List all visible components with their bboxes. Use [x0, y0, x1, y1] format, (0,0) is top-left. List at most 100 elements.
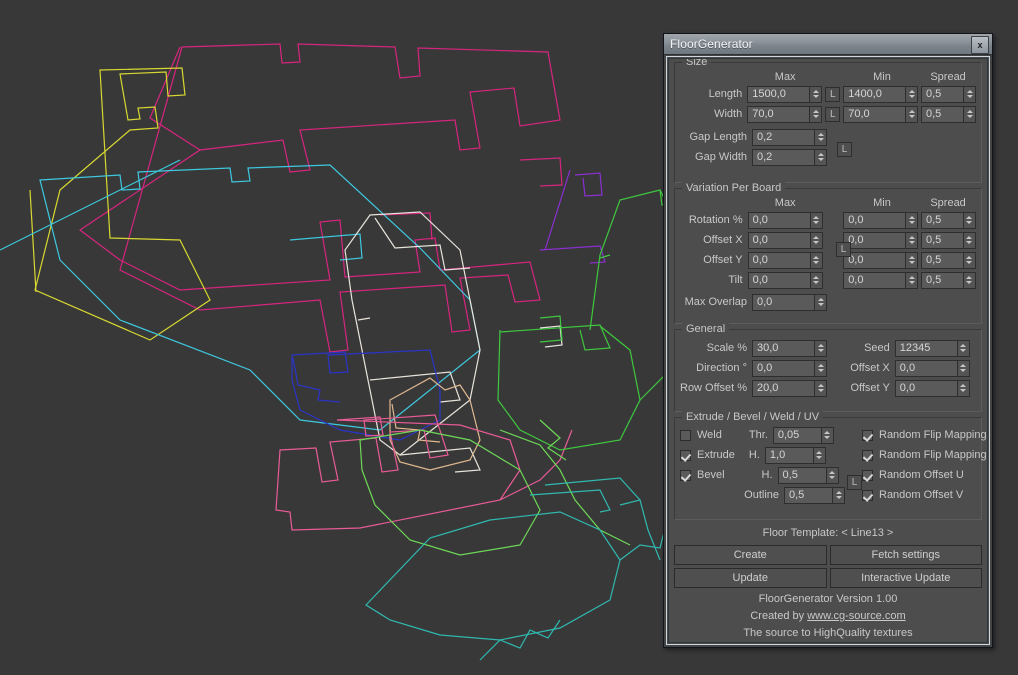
- outline-field[interactable]: 0,5: [784, 486, 845, 504]
- scale-field[interactable]: 30,0: [752, 339, 827, 357]
- rotation-spread-spinner[interactable]: [962, 211, 976, 229]
- gap-width-value[interactable]: 0,2: [752, 148, 814, 166]
- offsetx-max-spinner[interactable]: [809, 231, 823, 249]
- width-spread-value[interactable]: 0,5: [921, 105, 963, 123]
- direction-spinner[interactable]: [814, 359, 827, 377]
- length-spread-value[interactable]: 0,5: [921, 85, 963, 103]
- width-spread-field[interactable]: 0,5: [921, 105, 976, 123]
- direction-value[interactable]: 0,0: [752, 359, 814, 377]
- bevel-h-value[interactable]: 0,5: [777, 466, 826, 484]
- gap-width-spinner[interactable]: [814, 148, 827, 166]
- extrude-h-spinner[interactable]: [812, 446, 826, 464]
- rotation-max-spinner[interactable]: [809, 211, 823, 229]
- general-offsety-spinner[interactable]: [956, 379, 970, 397]
- offsetx-min-field[interactable]: 0,0: [843, 231, 919, 249]
- tilt-spread-field[interactable]: 0,5: [920, 271, 976, 289]
- max-overlap-value[interactable]: 0,0: [752, 293, 814, 311]
- general-offsety-value[interactable]: 0,0: [894, 379, 957, 397]
- length-min-spinner[interactable]: [905, 85, 919, 103]
- row-offset-spinner[interactable]: [814, 379, 827, 397]
- rotation-spread-value[interactable]: 0,5: [920, 211, 963, 229]
- general-offsety-field[interactable]: 0,0: [894, 379, 970, 397]
- gap-width-field[interactable]: 0,2: [752, 148, 827, 166]
- length-min-field[interactable]: 1400,0: [843, 85, 919, 103]
- random-flip-v-checkbox[interactable]: [862, 449, 873, 461]
- length-spread-field[interactable]: 0,5: [921, 85, 976, 103]
- length-min-value[interactable]: 1400,0: [843, 85, 906, 103]
- weld-thr-value[interactable]: 0,05: [772, 426, 821, 444]
- offsety-spread-field[interactable]: 0,5: [920, 251, 976, 269]
- offsety-max-spinner[interactable]: [809, 251, 823, 269]
- gap-length-spinner[interactable]: [814, 128, 827, 146]
- rotation-min-value[interactable]: 0,0: [843, 211, 906, 229]
- offsety-max-value[interactable]: 0,0: [747, 251, 810, 269]
- offsetx-max-value[interactable]: 0,0: [747, 231, 810, 249]
- length-spread-spinner[interactable]: [963, 85, 976, 103]
- seed-value[interactable]: 12345: [894, 339, 957, 357]
- width-min-value[interactable]: 70,0: [843, 105, 906, 123]
- tilt-max-value[interactable]: 0,0: [747, 271, 810, 289]
- variation-offset-link-button[interactable]: L: [836, 242, 851, 257]
- rotation-min-field[interactable]: 0,0: [843, 211, 919, 229]
- weld-checkbox[interactable]: [680, 429, 691, 441]
- panel-titlebar[interactable]: FloorGenerator x: [664, 34, 992, 55]
- scale-spinner[interactable]: [814, 339, 827, 357]
- offsety-min-spinner[interactable]: [905, 251, 919, 269]
- random-flip-u-checkbox[interactable]: [862, 429, 873, 441]
- tilt-min-spinner[interactable]: [905, 271, 919, 289]
- interactive-update-button[interactable]: Interactive Update: [829, 568, 982, 588]
- tilt-min-value[interactable]: 0,0: [843, 271, 906, 289]
- gap-length-value[interactable]: 0,2: [752, 128, 814, 146]
- width-link-button[interactable]: L: [825, 106, 841, 122]
- extrude-h-field[interactable]: 1,0: [764, 446, 826, 464]
- cg-source-link[interactable]: www.cg-source.com: [807, 610, 905, 622]
- offsety-max-field[interactable]: 0,0: [747, 251, 823, 269]
- weld-thr-field[interactable]: 0,05: [772, 426, 834, 444]
- random-offset-u-checkbox[interactable]: [862, 469, 873, 481]
- rotation-spread-field[interactable]: 0,5: [920, 211, 976, 229]
- offsetx-spread-value[interactable]: 0,5: [920, 231, 963, 249]
- fetch-settings-button[interactable]: Fetch settings: [829, 545, 982, 565]
- row-offset-value[interactable]: 20,0: [752, 379, 814, 397]
- bevel-h-field[interactable]: 0,5: [777, 466, 839, 484]
- random-offset-v-checkbox[interactable]: [862, 489, 873, 501]
- row-offset-field[interactable]: 20,0: [752, 379, 827, 397]
- general-offsetx-field[interactable]: 0,0: [894, 359, 970, 377]
- offsetx-spread-spinner[interactable]: [962, 231, 976, 249]
- floorgenerator-panel[interactable]: FloorGenerator x Size Max Min Spread Len…: [663, 33, 993, 648]
- length-max-field[interactable]: 1500,0: [747, 85, 823, 103]
- scale-value[interactable]: 30,0: [752, 339, 814, 357]
- offsety-spread-spinner[interactable]: [962, 251, 976, 269]
- offsety-spread-value[interactable]: 0,5: [920, 251, 963, 269]
- bevel-outline-link-button[interactable]: L: [847, 475, 862, 490]
- bevel-h-spinner[interactable]: [825, 466, 839, 484]
- extrude-h-value[interactable]: 1,0: [764, 446, 813, 464]
- tilt-min-field[interactable]: 0,0: [843, 271, 919, 289]
- offsetx-spread-field[interactable]: 0,5: [920, 231, 976, 249]
- offsetx-min-value[interactable]: 0,0: [843, 231, 906, 249]
- outline-value[interactable]: 0,5: [784, 486, 832, 504]
- rotation-max-value[interactable]: 0,0: [747, 211, 810, 229]
- offsety-min-field[interactable]: 0,0: [843, 251, 919, 269]
- seed-field[interactable]: 12345: [894, 339, 970, 357]
- width-min-spinner[interactable]: [905, 105, 919, 123]
- width-max-value[interactable]: 70,0: [747, 105, 810, 123]
- max-overlap-field[interactable]: 0,0: [752, 293, 827, 311]
- direction-field[interactable]: 0,0: [752, 359, 827, 377]
- max-overlap-spinner[interactable]: [814, 293, 827, 311]
- general-offsetx-spinner[interactable]: [956, 359, 970, 377]
- offsetx-min-spinner[interactable]: [905, 231, 919, 249]
- general-offsetx-value[interactable]: 0,0: [894, 359, 957, 377]
- seed-spinner[interactable]: [956, 339, 970, 357]
- extrude-checkbox[interactable]: [680, 449, 691, 461]
- offsety-min-value[interactable]: 0,0: [843, 251, 906, 269]
- offsetx-max-field[interactable]: 0,0: [747, 231, 823, 249]
- width-spread-spinner[interactable]: [963, 105, 976, 123]
- width-max-field[interactable]: 70,0: [747, 105, 823, 123]
- gap-length-field[interactable]: 0,2: [752, 128, 827, 146]
- width-max-spinner[interactable]: [809, 105, 823, 123]
- weld-thr-spinner[interactable]: [820, 426, 834, 444]
- width-min-field[interactable]: 70,0: [843, 105, 919, 123]
- outline-spinner[interactable]: [832, 486, 845, 504]
- tilt-max-field[interactable]: 0,0: [747, 271, 823, 289]
